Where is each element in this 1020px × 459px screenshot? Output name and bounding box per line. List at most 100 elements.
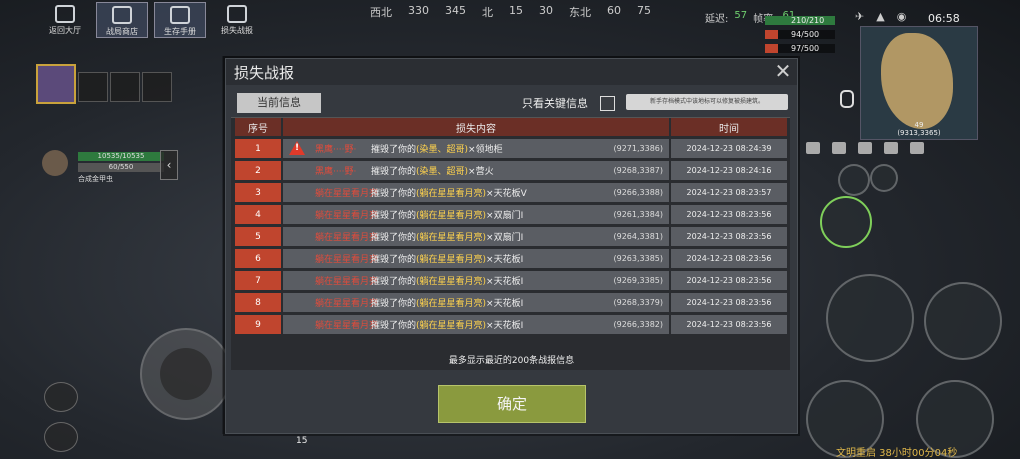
- compass-tick: 345: [445, 4, 466, 17]
- movement-joystick[interactable]: [140, 328, 232, 420]
- health-value: 210/210: [791, 16, 825, 25]
- minimap-number: 49: [914, 121, 924, 129]
- whistle-icon[interactable]: [44, 382, 78, 412]
- loss-report-label: 损失战报: [221, 26, 253, 35]
- player-status-panel: 10535/10535 60/550 合成金甲虫: [42, 150, 164, 183]
- crosshair-button[interactable]: [838, 164, 870, 196]
- location-button[interactable]: [870, 164, 898, 192]
- row-time: 2024-12-23 08:23:56: [671, 249, 787, 268]
- row-content: 躺在星星看月亮 摧毁了你的(躺在星星看月亮)×天花板I (9263,3385): [283, 249, 669, 268]
- lobby-button[interactable]: 返回大厅: [40, 2, 90, 36]
- row-content: 躺在星星看月亮 摧毁了你的(躺在星星看月亮)×天花板I (9268,3379): [283, 293, 669, 312]
- close-icon[interactable]: ✕: [773, 61, 793, 81]
- base-icon[interactable]: [858, 142, 872, 154]
- row-message: 摧毁了你的(躺在星星看月亮)×天花板I: [371, 318, 523, 331]
- hammer-icon[interactable]: [806, 142, 820, 154]
- row-index: 5: [235, 227, 281, 246]
- lobby-label: 返回大厅: [49, 26, 81, 35]
- row-index: 2: [235, 161, 281, 180]
- food-bar: 94/500: [765, 30, 835, 39]
- jump-button[interactable]: [924, 282, 1002, 360]
- compass-tick: 60: [607, 4, 621, 17]
- compass-tick: 15: [509, 4, 523, 17]
- loss-report-button[interactable]: 损失战报: [212, 2, 262, 36]
- settings-icon[interactable]: [910, 142, 924, 154]
- row-target: ×天花板I: [486, 277, 524, 287]
- signal-icon: ▲: [876, 10, 885, 23]
- row-attacker: 躺在星星看月亮: [315, 299, 379, 309]
- row-time: 2024-12-23 08:23:56: [671, 271, 787, 290]
- row-target: ×营火: [468, 167, 494, 177]
- row-guild: (躺在星星看月亮): [416, 321, 487, 331]
- compass-tick: 75: [637, 4, 651, 17]
- row-message: 摧毁了你的(躺在星星看月亮)×天花板V: [371, 186, 527, 199]
- pose-button[interactable]: [820, 196, 872, 248]
- knife-attack-button[interactable]: [826, 274, 914, 362]
- biohazard-icon: [160, 348, 212, 400]
- row-message: 摧毁了你的(染墨、超哥)×领地柜: [371, 142, 503, 155]
- vitals-bars: 210/210 94/500 97/500: [765, 16, 835, 58]
- row-guild: (躺在星星看月亮): [416, 299, 487, 309]
- minimap-island: [881, 33, 953, 129]
- row-index: 6: [235, 249, 281, 268]
- flag-icon[interactable]: [832, 142, 846, 154]
- confirm-button[interactable]: 确定: [438, 385, 586, 423]
- compass-tick: 东北: [569, 6, 591, 19]
- row-coord: (9261,3384): [613, 210, 663, 219]
- warning-icon[interactable]: [884, 142, 898, 154]
- dialog-header: 损失战报 ✕: [226, 59, 797, 85]
- row-action: 摧毁了你的: [371, 189, 417, 199]
- row-coord: (9269,3385): [613, 276, 663, 285]
- compass-tick: 30: [539, 4, 553, 17]
- row-content: 躺在星星看月亮 摧毁了你的(躺在星星看月亮)×天花板V (9266,3388): [283, 183, 669, 202]
- row-attacker: 躺在星星看月亮: [315, 321, 379, 331]
- microphone-icon[interactable]: [840, 90, 854, 108]
- tip-button[interactable]: 新手存档模式中该地标可以修复被损建筑。: [626, 94, 788, 110]
- table-row: 2 黑鹰····野· 摧毁了你的(染墨、超哥)×营火 (9268,3387) 2024-…: [235, 161, 788, 180]
- row-content: 躺在星星看月亮 摧毁了你的(躺在星星看月亮)×天花板I (9269,3385): [283, 271, 669, 290]
- team-slot[interactable]: [78, 72, 108, 102]
- row-action: 摧毁了你的: [371, 145, 417, 155]
- row-coord: (9263,3385): [613, 254, 663, 263]
- collapse-button[interactable]: ‹: [160, 150, 178, 180]
- row-attacker: 躺在星星看月亮: [315, 189, 379, 199]
- manual-button[interactable]: 生存手册: [154, 2, 206, 38]
- row-message: 摧毁了你的(染墨、超哥)×营火: [371, 164, 494, 177]
- team-slot[interactable]: [142, 72, 172, 102]
- row-message: 摧毁了你的(躺在星星看月亮)×双扇门I: [371, 230, 523, 243]
- player-avatar[interactable]: [36, 64, 76, 104]
- row-action: 摧毁了你的: [371, 211, 417, 221]
- row-index: 7: [235, 271, 281, 290]
- row-content: 黑鹰····野· 摧毁了你的(染墨、超哥)×营火 (9268,3387): [283, 161, 669, 180]
- row-action: 摧毁了你的: [371, 167, 417, 177]
- row-time: 2024-12-23 08:24:39: [671, 139, 787, 158]
- table-row: 3 躺在星星看月亮 摧毁了你的(躺在星星看月亮)×天花板V (9266,3388) 20…: [235, 183, 788, 202]
- minimap[interactable]: 49 (9313,3365): [860, 26, 978, 140]
- tab-current-info[interactable]: 当前信息: [237, 93, 321, 113]
- loss-report-dialog: 损失战报 ✕ 当前信息 只看关键信息 新手存档模式中该地标可以修复被损建筑。 序…: [225, 58, 798, 434]
- row-coord: (9266,3388): [613, 188, 663, 197]
- store-button[interactable]: 战局商店: [96, 2, 148, 38]
- row-time: 2024-12-23 08:23:57: [671, 183, 787, 202]
- row-index: 9: [235, 315, 281, 334]
- row-time: 2024-12-23 08:23:56: [671, 293, 787, 312]
- row-attacker: 黑鹰····野·: [315, 145, 357, 155]
- row-guild: (染墨、超哥): [416, 167, 469, 177]
- gear-icon[interactable]: [44, 422, 78, 452]
- row-content: 躺在星星看月亮 摧毁了你的(躺在星星看月亮)×天花板I (9266,3382): [283, 315, 669, 334]
- row-action: 摧毁了你的: [371, 277, 417, 287]
- row-content: 黑鹰····野· 摧毁了你的(染墨、超哥)×领地柜 (9271,3386): [283, 139, 669, 158]
- table-row: 5 躺在星星看月亮 摧毁了你的(躺在星星看月亮)×双扇门I (9264,3381) 20…: [235, 227, 788, 246]
- player-sub: 60/550: [78, 163, 164, 172]
- footer-note: 最多显示最近的200条战报信息: [448, 356, 575, 366]
- row-target: ×双扇门I: [486, 211, 524, 221]
- row-guild: (躺在星星看月亮): [416, 233, 487, 243]
- row-index: 1: [235, 139, 281, 158]
- key-only-checkbox[interactable]: [600, 96, 615, 111]
- row-coord: (9271,3386): [613, 144, 663, 153]
- health-bar: 210/210: [765, 16, 835, 25]
- report-table: 序号 损失内容 时间 1黑鹰····野·摧毁了你的(染墨、超哥)×领地柜(927…: [231, 117, 790, 370]
- header-index: 序号: [235, 118, 281, 136]
- team-slot[interactable]: [110, 72, 140, 102]
- rebuild-timer: 文明重启 38小时00分04秒: [836, 448, 958, 459]
